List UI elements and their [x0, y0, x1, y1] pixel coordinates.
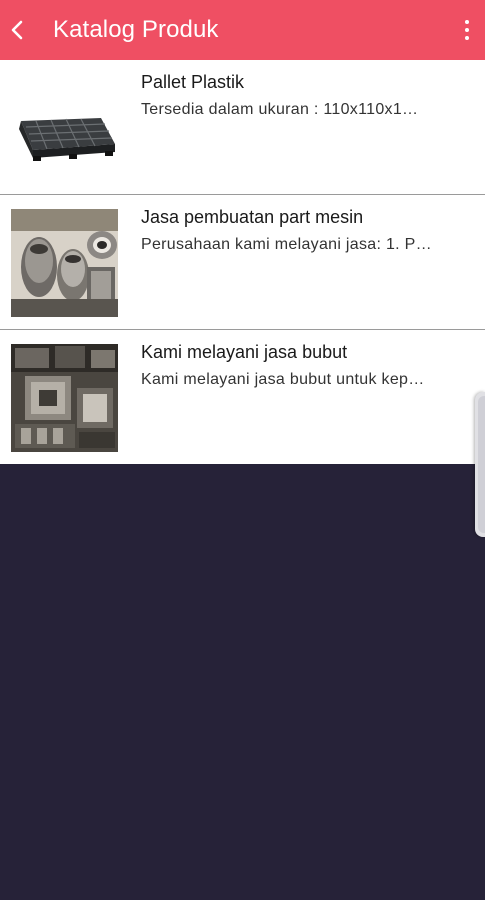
product-title: Jasa pembuatan part mesin	[141, 207, 364, 227]
list-item[interactable]: Jasa pembuatan part mesin Perusahaan kam…	[0, 195, 485, 330]
chevron-left-icon	[11, 20, 23, 40]
product-description: Perusahaan kami melayani jasa: 1. P…	[141, 236, 432, 253]
product-list: Pallet Plastik Tersedia dalam ukuran : 1…	[0, 60, 485, 464]
app-bar: Katalog Produk	[0, 0, 485, 60]
product-title: Pallet Plastik	[141, 72, 245, 92]
dot	[465, 36, 469, 40]
scroll-handle[interactable]	[475, 392, 485, 537]
product-description: Tersedia dalam ukuran : 110x110x1…	[141, 101, 419, 118]
pallet-image	[11, 74, 118, 182]
list-item[interactable]: Pallet Plastik Tersedia dalam ukuran : 1…	[0, 60, 485, 195]
list-item[interactable]: Kami melayani jasa bubut Kami melayani j…	[0, 330, 485, 464]
page-title: Katalog Produk	[53, 16, 219, 43]
lathe-work-image	[11, 344, 118, 452]
machine-parts-image	[11, 209, 118, 317]
dot	[465, 20, 469, 24]
dot	[465, 28, 469, 32]
product-title: Kami melayani jasa bubut	[141, 342, 348, 362]
product-description: Kami melayani jasa bubut untuk kep…	[141, 371, 425, 388]
back-button[interactable]	[0, 0, 38, 60]
more-options-button[interactable]	[457, 14, 477, 46]
